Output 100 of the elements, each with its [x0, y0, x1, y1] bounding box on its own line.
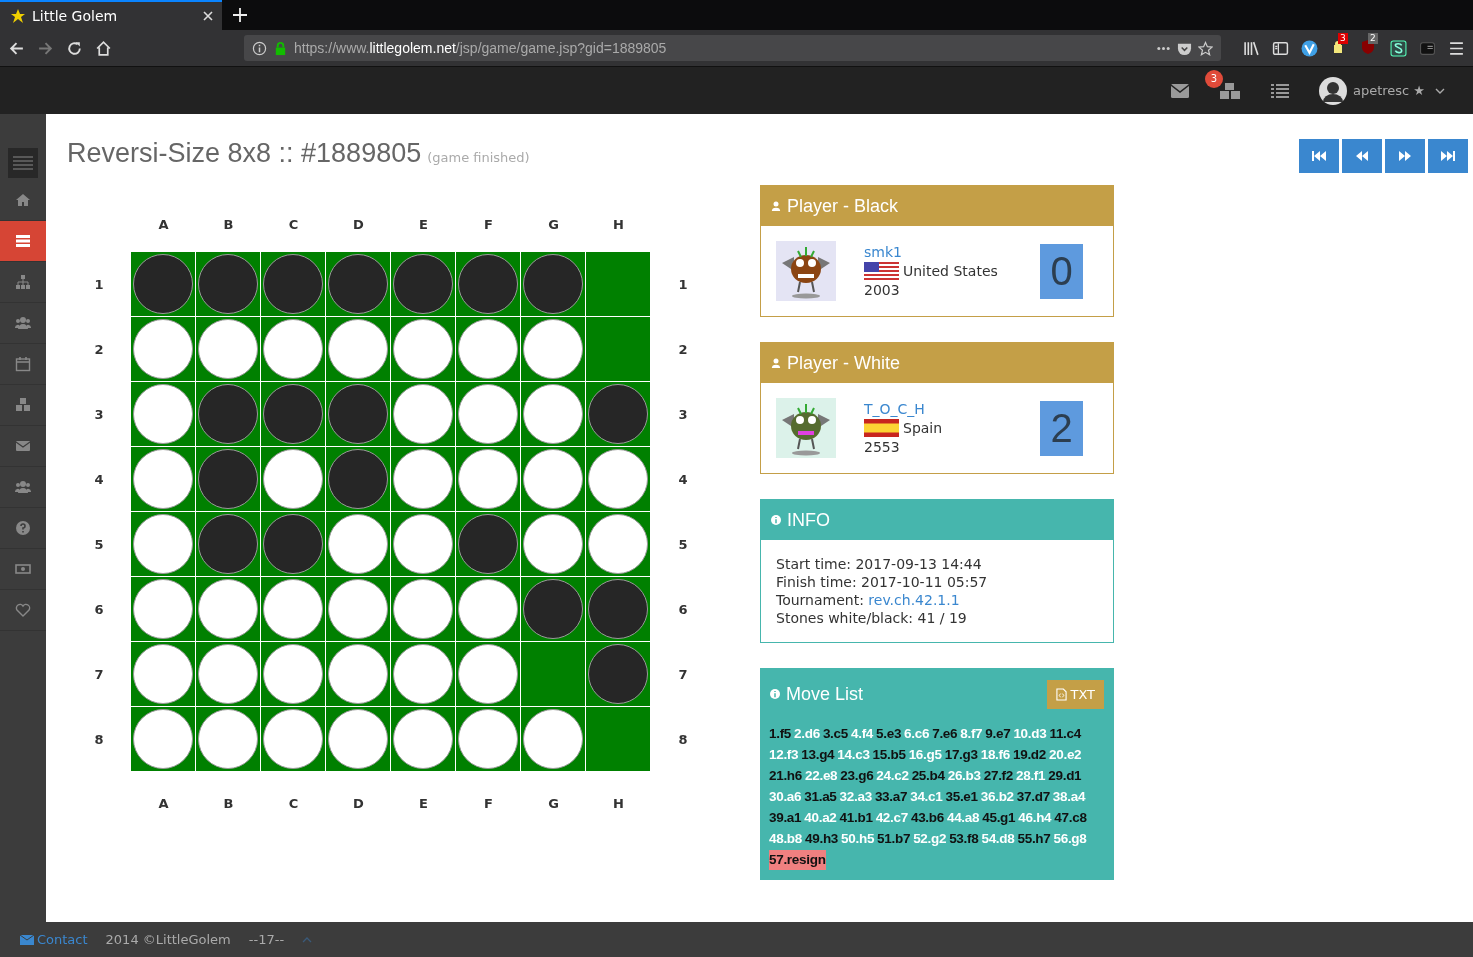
board-square[interactable]: [391, 252, 455, 316]
board-square[interactable]: [521, 252, 585, 316]
move[interactable]: 57.resign: [769, 850, 826, 870]
board-square[interactable]: [131, 642, 195, 706]
move[interactable]: 25.b4: [911, 766, 945, 786]
board-square[interactable]: [131, 317, 195, 381]
previous-move-button[interactable]: [1342, 139, 1382, 173]
move[interactable]: 51.b7: [877, 829, 911, 849]
move[interactable]: 35.e1: [945, 787, 978, 807]
move[interactable]: 46.h4: [1018, 808, 1052, 828]
move[interactable]: 33.a7: [874, 787, 908, 807]
board-square[interactable]: [196, 252, 260, 316]
move[interactable]: 5.e3: [876, 724, 902, 744]
board-square[interactable]: [131, 512, 195, 576]
board-square[interactable]: [521, 382, 585, 446]
board-square[interactable]: [521, 707, 585, 771]
move[interactable]: 9.e7: [985, 724, 1011, 744]
home-icon[interactable]: [95, 39, 112, 57]
board-square[interactable]: [196, 447, 260, 511]
list-icon[interactable]: [1270, 83, 1289, 98]
board-square[interactable]: [196, 317, 260, 381]
move[interactable]: 22.e8: [805, 766, 838, 786]
board-square[interactable]: [391, 512, 455, 576]
move[interactable]: 41.b1: [839, 808, 873, 828]
move[interactable]: 28.f1: [1016, 766, 1046, 786]
board-square[interactable]: [586, 382, 650, 446]
board-square[interactable]: [326, 252, 390, 316]
board-square[interactable]: [196, 512, 260, 576]
move[interactable]: 12.f3: [769, 745, 799, 765]
board-square[interactable]: [586, 447, 650, 511]
move[interactable]: 1.f5: [769, 724, 792, 744]
board-square[interactable]: [391, 642, 455, 706]
move[interactable]: 8.f7: [960, 724, 983, 744]
move[interactable]: 47.c8: [1054, 808, 1087, 828]
board-square[interactable]: [326, 577, 390, 641]
move[interactable]: 11.c4: [1049, 724, 1081, 744]
move[interactable]: 10.d3: [1013, 724, 1047, 744]
move[interactable]: 7.e6: [932, 724, 958, 744]
move[interactable]: 49.h3: [805, 829, 839, 849]
move[interactable]: 55.h7: [1017, 829, 1051, 849]
move[interactable]: 32.a3: [839, 787, 872, 807]
move[interactable]: 13.g4: [801, 745, 835, 765]
move[interactable]: 31.a5: [804, 787, 837, 807]
board-square[interactable]: [261, 707, 325, 771]
move[interactable]: 53.f8: [949, 829, 979, 849]
move[interactable]: 37.d7: [1016, 787, 1050, 807]
board-square[interactable]: [586, 642, 650, 706]
board-square[interactable]: [131, 382, 195, 446]
v-logo-icon[interactable]: [1301, 39, 1318, 57]
board-square[interactable]: [391, 577, 455, 641]
move[interactable]: 36.b2: [980, 787, 1014, 807]
move[interactable]: 6.c6: [904, 724, 930, 744]
browser-tab[interactable]: Little Golem: [0, 0, 222, 30]
library-icon[interactable]: [1243, 39, 1260, 57]
move[interactable]: 18.f6: [980, 745, 1010, 765]
move[interactable]: 3.c5: [822, 724, 848, 744]
board-square[interactable]: [131, 577, 195, 641]
board-square[interactable]: [131, 447, 195, 511]
move[interactable]: 15.b5: [872, 745, 906, 765]
board-square[interactable]: [521, 577, 585, 641]
close-icon[interactable]: [202, 10, 214, 22]
move[interactable]: 17.g3: [944, 745, 978, 765]
board-square[interactable]: [261, 382, 325, 446]
board-square[interactable]: [326, 447, 390, 511]
board-square[interactable]: [326, 642, 390, 706]
player-name-link[interactable]: T_O_C_H: [864, 401, 1012, 417]
reload-icon[interactable]: [66, 39, 83, 57]
plus-icon[interactable]: [232, 7, 248, 23]
menu-icon[interactable]: [1448, 39, 1465, 57]
board-square[interactable]: [456, 317, 520, 381]
move[interactable]: 40.a2: [804, 808, 837, 828]
next-move-button[interactable]: [1385, 139, 1425, 173]
first-move-button[interactable]: [1299, 139, 1339, 173]
avatar-icon[interactable]: [1318, 76, 1347, 105]
move[interactable]: 26.b3: [947, 766, 981, 786]
move[interactable]: 23.g6: [840, 766, 874, 786]
contact-link[interactable]: Contact: [20, 932, 88, 947]
board-square[interactable]: [456, 447, 520, 511]
sidebar-item[interactable]: [0, 221, 46, 262]
envelope-icon[interactable]: [1170, 83, 1189, 98]
board-square[interactable]: [456, 512, 520, 576]
board-square[interactable]: [391, 382, 455, 446]
tournament-link[interactable]: rev.ch.42.1.1: [868, 592, 960, 608]
board-square[interactable]: [131, 707, 195, 771]
board-square[interactable]: [261, 252, 325, 316]
board-square[interactable]: [261, 577, 325, 641]
move[interactable]: 45.g1: [982, 808, 1016, 828]
board-square[interactable]: [521, 512, 585, 576]
board-square[interactable]: [456, 707, 520, 771]
move[interactable]: 42.c7: [875, 808, 908, 828]
board-square[interactable]: [261, 317, 325, 381]
move[interactable]: 50.h5: [841, 829, 875, 849]
move[interactable]: 48.b8: [769, 829, 803, 849]
board-square[interactable]: [391, 317, 455, 381]
board-square[interactable]: [196, 642, 260, 706]
move[interactable]: 54.d8: [981, 829, 1015, 849]
board-square[interactable]: [196, 707, 260, 771]
cubes-icon[interactable]: [1218, 81, 1241, 100]
board-square[interactable]: [456, 252, 520, 316]
board-square[interactable]: [586, 512, 650, 576]
